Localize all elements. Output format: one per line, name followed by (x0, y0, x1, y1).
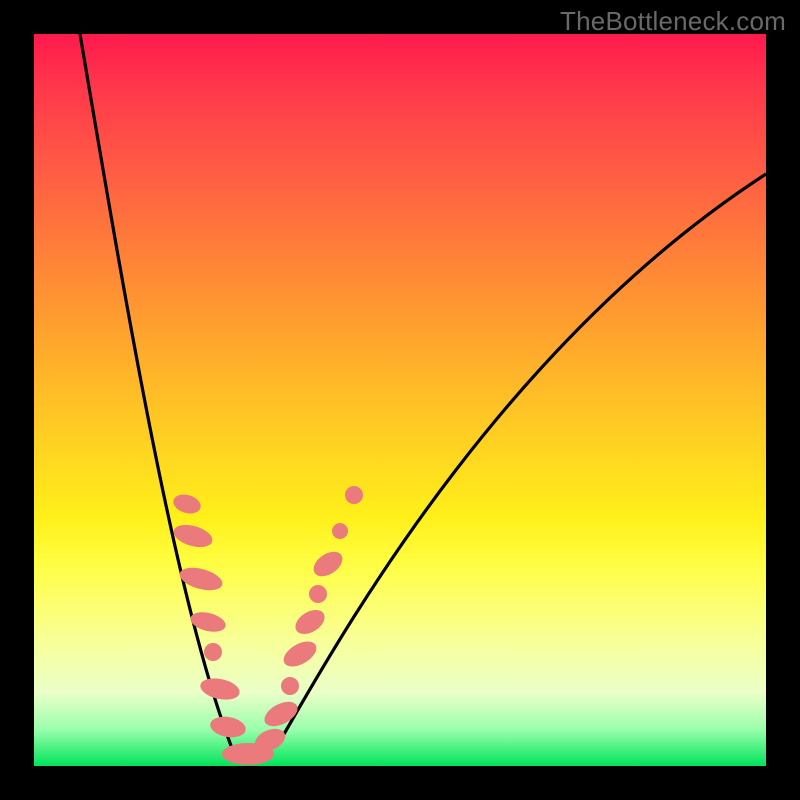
watermark-text: TheBottleneck.com (560, 6, 786, 37)
plot-area (34, 34, 766, 766)
curve-layer (34, 34, 766, 766)
curve-right-branch (249, 174, 766, 760)
curve-left-branch (80, 34, 249, 760)
chart-frame: TheBottleneck.com (0, 0, 800, 800)
highlight-points (171, 486, 363, 765)
